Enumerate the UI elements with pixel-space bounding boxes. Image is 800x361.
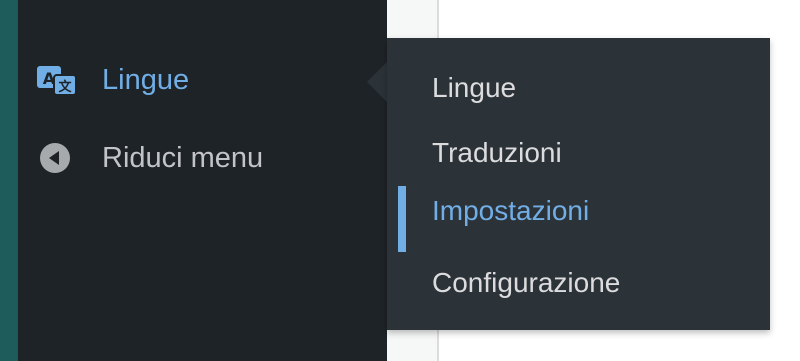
submenu-item-configurazione[interactable]: Configurazione <box>387 254 770 312</box>
sidebar-item-riduci-menu[interactable]: Riduci menu <box>18 126 387 190</box>
submenu-item-label: Impostazioni <box>432 195 590 226</box>
collapse-menu-icon <box>36 142 80 174</box>
submenu-item-label: Lingue <box>432 72 517 103</box>
sidebar-item-label: Lingue <box>102 64 190 96</box>
svg-text:文: 文 <box>58 79 72 95</box>
sidebar-item-lingue[interactable]: A 文 Lingue <box>18 48 387 112</box>
submenu-item-label: Configurazione <box>432 267 621 298</box>
translate-icon: A 文 <box>36 64 80 96</box>
current-item-indicator <box>398 186 406 252</box>
submenu-item-traduzioni[interactable]: Traduzioni <box>387 124 770 182</box>
submenu-item-impostazioni[interactable]: Impostazioni <box>387 182 770 252</box>
flyout-submenu: Lingue Traduzioni Impostazioni Configura… <box>387 38 770 330</box>
submenu-item-lingue[interactable]: Lingue <box>387 59 770 117</box>
submenu-caret <box>367 62 387 102</box>
submenu-item-label: Traduzioni <box>432 137 562 168</box>
sidebar-item-label: Riduci menu <box>102 142 264 174</box>
admin-edge-strip <box>0 0 18 361</box>
